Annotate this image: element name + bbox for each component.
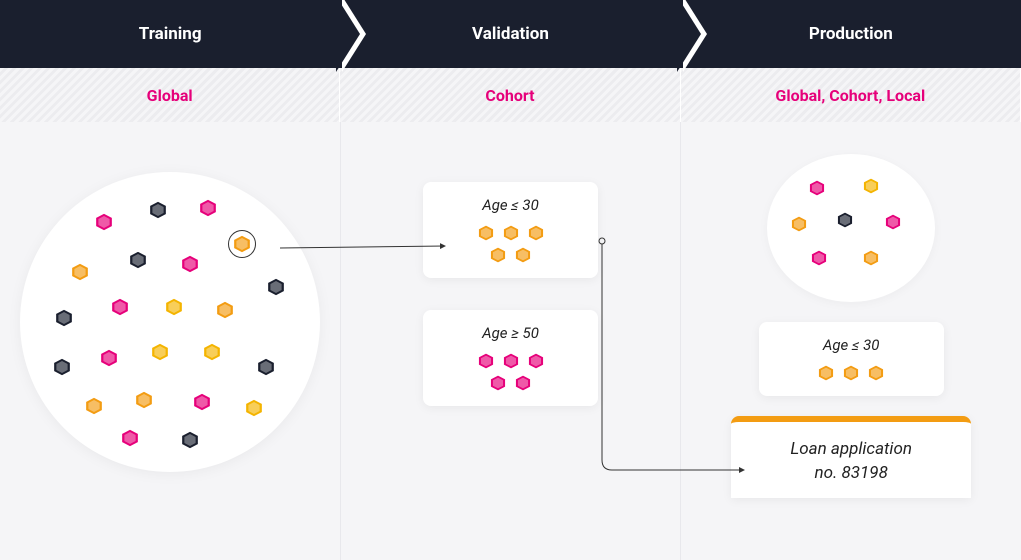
hexagon-point-icon [808,179,826,197]
hexagon-point-icon [99,348,119,368]
scope-cohort: Cohort [340,68,680,122]
loan-line2: no. 83198 [751,462,951,486]
hexagon-point-icon [202,342,222,362]
hexagon-point-icon [842,364,860,382]
hexagon-point-icon [84,396,104,416]
hexagon-point-icon [134,390,154,410]
loan-line1: Loan application [751,438,951,462]
hexagon-point-icon [477,352,495,370]
hexagon-point-icon [527,352,545,370]
hexagon-point-icon [489,246,507,264]
hexagon-point-icon [148,200,168,220]
hexagon-point-icon [810,249,828,267]
scope-label: Global, Cohort, Local [775,86,925,105]
hexagon-point-icon [862,249,880,267]
scope-global-cohort-local: Global, Cohort, Local [681,68,1021,122]
cohort-label: Age ≤ 30 [482,196,539,214]
hexagon-point-icon [884,213,902,231]
hexagon-point-icon [120,428,140,448]
hexagon-point-icon [514,374,532,392]
hexagon-point-icon [94,212,114,232]
stage-label: Validation [472,24,549,44]
stage-label: Training [139,24,202,44]
hexagon-point-icon [514,246,532,264]
cohort-card-age-geq-50: Age ≥ 50 [423,310,598,406]
hexagon-point-icon [256,357,276,377]
hexagon-point-icon [215,300,235,320]
highlight-ring-icon [228,230,256,258]
scope-row: Global Cohort Global, Cohort, Local [0,68,1021,122]
hexagon-point-icon [180,254,200,274]
hexagon-point-icon [180,430,200,450]
hexagon-point-icon [52,357,72,377]
cohort-label: Age ≤ 30 [823,336,880,354]
scope-label: Global [147,86,193,105]
cohort-card-production: Age ≤ 30 [759,322,944,396]
production-column: Age ≤ 30 Loan application no. 83198 [681,122,1021,560]
hexagon-point-icon [867,364,885,382]
hexagon-point-icon [198,198,218,218]
stage-header: Training Validation Production [0,0,1021,68]
hexagon-point-icon [477,224,495,242]
hexagon-point-icon [164,297,184,317]
content-row: Age ≤ 30 Age ≥ 50 [0,122,1021,560]
hexagon-point-icon [502,352,520,370]
cohort-label: Age ≥ 50 [482,324,539,342]
hexagon-point-icon [790,215,808,233]
hexagon-point-icon [817,364,835,382]
mini-population-circle [767,154,935,302]
hexagon-point-icon [128,250,148,270]
hexagon-point-icon [266,277,286,297]
stage-label: Production [809,24,893,44]
validation-column: Age ≤ 30 Age ≥ 50 [341,122,682,560]
cohort-hex-cluster [817,364,885,382]
cohort-hex-cluster [477,224,545,264]
hexagon-point-icon [244,398,264,418]
hexagon-point-icon [150,342,170,362]
hexagon-point-icon [502,224,520,242]
local-instance-card: Loan application no. 83198 [731,416,971,498]
population-circle [20,172,320,472]
hexagon-point-icon [836,211,854,229]
cohort-hex-cluster [477,352,545,392]
cohort-card-age-leq-30: Age ≤ 30 [423,182,598,278]
stage-training: Training [0,0,340,68]
hexagon-point-icon [489,374,507,392]
stage-production: Production [681,0,1021,68]
hexagon-point-icon [527,224,545,242]
hexagon-point-icon [54,308,74,328]
hexagon-point-icon [192,392,212,412]
hexagon-point-icon [110,297,130,317]
hexagon-point-icon [70,262,90,282]
training-column [0,122,341,560]
stage-validation: Validation [340,0,680,68]
scope-label: Cohort [485,86,534,105]
scope-global: Global [0,68,340,122]
hexagon-point-icon [862,177,880,195]
